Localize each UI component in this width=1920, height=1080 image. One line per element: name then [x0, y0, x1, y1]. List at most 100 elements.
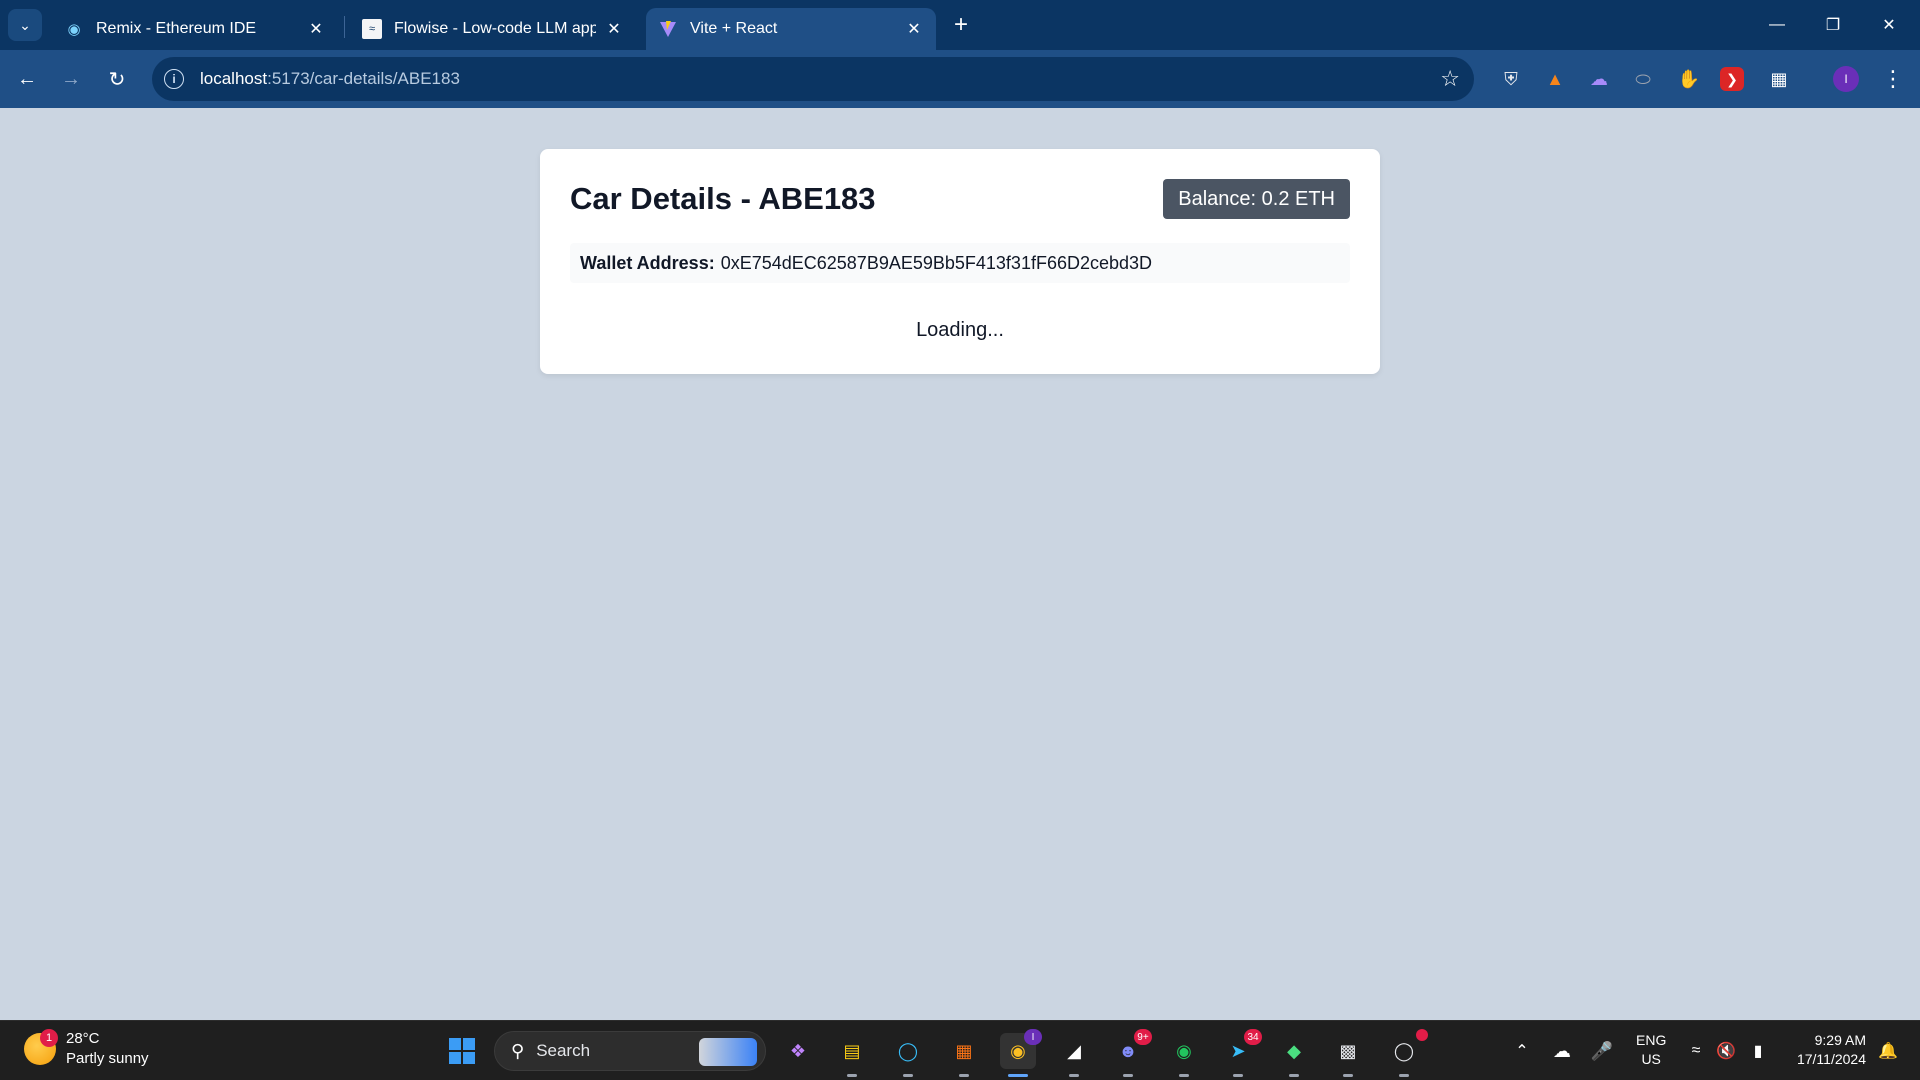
vite-favicon-icon: [658, 19, 678, 39]
chrome-alt-icon[interactable]: ◉: [1166, 1033, 1202, 1077]
arrow-left-icon: ←: [17, 67, 37, 90]
extensions-puzzle-icon[interactable]: ▦: [1764, 64, 1794, 94]
battery-icon[interactable]: ▮: [1740, 1033, 1776, 1069]
bookmark-extension-icon[interactable]: ❯: [1720, 67, 1744, 91]
wallet-address-label: Wallet Address:: [580, 252, 715, 273]
git-tool-icon[interactable]: ◆: [1276, 1033, 1312, 1077]
running-indicator: [847, 1074, 857, 1077]
weather-badge: 1: [40, 1029, 58, 1047]
show-hidden-icons-chevron-icon[interactable]: ⌃: [1504, 1033, 1540, 1069]
close-icon[interactable]: ✕: [306, 19, 326, 39]
close-icon[interactable]: ✕: [904, 19, 924, 39]
taskbar-search[interactable]: ⚲ Search: [494, 1031, 766, 1071]
running-indicator: [1123, 1074, 1133, 1077]
weather-desc: Partly sunny: [66, 1050, 149, 1067]
wallet-address-row: Wallet Address: 0xE754dEC62587B9AE59Bb5F…: [570, 243, 1350, 283]
url-path: :5173/car-details/ABE183: [267, 69, 460, 88]
start-button[interactable]: [444, 1033, 480, 1069]
language-indicator[interactable]: ENG US: [1636, 1031, 1666, 1069]
clock-time: 9:29 AM: [1814, 1032, 1866, 1048]
partly-sunny-icon: 1: [24, 1029, 58, 1065]
discord-badge: 9+: [1134, 1029, 1152, 1045]
copilot-icon[interactable]: ❖: [780, 1033, 816, 1069]
balance-badge: Balance: 0.2 ETH: [1163, 179, 1350, 219]
onedrive-cloud-icon[interactable]: ☁: [1544, 1033, 1580, 1069]
site-info-icon[interactable]: i: [164, 69, 184, 89]
running-indicator: [903, 1074, 913, 1077]
file-explorer-icon[interactable]: ▤: [834, 1033, 870, 1077]
windows-logo-icon: [449, 1038, 475, 1064]
tab-search-button[interactable]: ⌄: [8, 9, 42, 41]
address-bar[interactable]: i localhost:5173/car-details/ABE183 ☆: [152, 57, 1474, 101]
loading-text: Loading...: [916, 319, 1004, 341]
weather-widget[interactable]: 1 28°C Partly sunny: [24, 1029, 149, 1069]
reload-icon: ↻: [108, 68, 126, 91]
edge-browser-icon[interactable]: ◯: [890, 1033, 926, 1077]
tab-divider: [344, 16, 345, 38]
tab-title: Remix - Ethereum IDE: [96, 20, 257, 37]
close-icon: ✕: [1882, 17, 1896, 34]
running-indicator: [959, 1074, 969, 1077]
microsoft-store-icon[interactable]: ▦: [946, 1033, 982, 1077]
microphone-icon[interactable]: 🎤: [1584, 1033, 1620, 1069]
running-indicator: [1289, 1074, 1299, 1077]
running-indicator: [1233, 1074, 1243, 1077]
url-text[interactable]: localhost:5173/car-details/ABE183: [200, 69, 460, 89]
chrome-icon[interactable]: ◉ I: [1000, 1029, 1042, 1077]
weather-text: 28°C Partly sunny: [66, 1029, 149, 1069]
telegram-icon[interactable]: ➤ 34: [1220, 1029, 1262, 1077]
car-details-card: Car Details - ABE183 Balance: 0.2 ETH Wa…: [540, 149, 1380, 374]
metamask-extension-icon[interactable]: ▲: [1540, 64, 1570, 94]
browser-tab-bar: ⌄ ◉ Remix - Ethereum IDE ✕ ≈ Flowise - L…: [0, 0, 1920, 50]
close-window-button[interactable]: ✕: [1866, 8, 1912, 42]
tab-flowise[interactable]: ≈ Flowise - Low-code LLM apps b ✕: [350, 8, 636, 50]
restore-icon: ❐: [1825, 17, 1841, 34]
search-highlight-icon: [699, 1038, 757, 1066]
cloud-extension-icon[interactable]: ☁: [1584, 64, 1614, 94]
tab-remix[interactable]: ◉ Remix - Ethereum IDE ✕: [52, 8, 338, 50]
chevron-down-icon: ⌄: [19, 16, 31, 33]
windows-taskbar: 1 28°C Partly sunny ⚲ Search ❖ ▤ ◯ ▦ ◉ I …: [0, 1020, 1920, 1080]
browser-toolbar: ← → ↻ i localhost:5173/car-details/ABE18…: [0, 50, 1920, 108]
minimize-icon: —: [1769, 16, 1785, 33]
running-indicator: [1399, 1074, 1409, 1077]
page-title: Car Details - ABE183: [570, 181, 876, 216]
back-button[interactable]: ←: [10, 62, 44, 96]
url-host: localhost: [200, 69, 268, 88]
chrome-profile-badge: I: [1024, 1029, 1042, 1045]
oval-extension-icon[interactable]: ⬭: [1628, 64, 1658, 94]
shield-extension-icon[interactable]: ⛨: [1496, 64, 1526, 94]
clock-date: 17/11/2024: [1796, 1051, 1866, 1067]
close-icon[interactable]: ✕: [604, 19, 624, 39]
speaker-muted-icon[interactable]: 🔇: [1708, 1033, 1744, 1069]
tab-vite-react[interactable]: Vite + React ✕: [646, 8, 936, 50]
recorder-icon[interactable]: ◯: [1386, 1029, 1428, 1077]
bookmark-star-icon[interactable]: ☆: [1440, 66, 1460, 92]
minimize-button[interactable]: —: [1754, 8, 1800, 42]
profile-avatar[interactable]: I: [1833, 66, 1859, 92]
restore-button[interactable]: ❐: [1810, 8, 1856, 42]
weather-temp: 28°C: [66, 1030, 100, 1047]
remix-favicon-icon: ◉: [67, 21, 81, 38]
notification-bell-icon[interactable]: 🔔: [1870, 1033, 1906, 1069]
running-indicator: [1069, 1074, 1079, 1077]
search-icon: ⚲: [511, 1040, 525, 1061]
active-indicator: [1008, 1074, 1028, 1077]
app-black-icon[interactable]: ◢: [1056, 1033, 1092, 1077]
lang-code: ENG: [1636, 1032, 1667, 1048]
tab-title: Vite + React: [690, 20, 778, 37]
terminal-icon[interactable]: ▩: [1330, 1033, 1366, 1077]
wallet-address-value: 0xE754dEC62587B9AE59Bb5F413f31fF66D2cebd…: [720, 252, 1153, 273]
record-dot-icon: [1416, 1029, 1428, 1041]
tab-title: Flowise - Low-code LLM apps b: [394, 20, 596, 37]
telegram-badge: 34: [1244, 1029, 1262, 1045]
system-clock[interactable]: 9:29 AM 17/11/2024: [1786, 1031, 1866, 1069]
arrow-right-icon: →: [61, 67, 81, 90]
browser-menu-icon[interactable]: ⋮: [1880, 62, 1906, 96]
reload-button[interactable]: ↻: [100, 62, 134, 96]
discord-icon[interactable]: ☻ 9+: [1110, 1029, 1152, 1077]
flowise-favicon-icon: ≈: [362, 19, 382, 39]
hand-extension-icon[interactable]: ✋: [1674, 64, 1704, 94]
new-tab-button[interactable]: +: [946, 10, 976, 40]
forward-button[interactable]: →: [54, 62, 88, 96]
